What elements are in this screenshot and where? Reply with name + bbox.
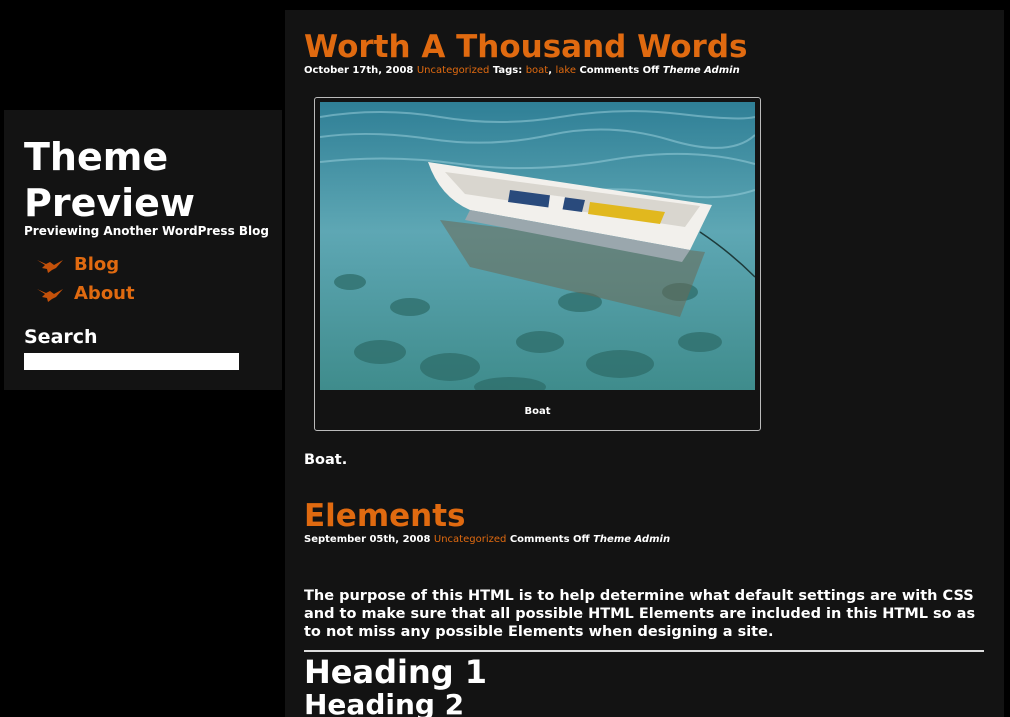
sidebar: Theme Preview Previewing Another WordPre… <box>4 110 282 390</box>
site-description: Previewing Another WordPress Blog <box>24 224 269 238</box>
boat-photo[interactable] <box>320 102 755 390</box>
post-meta: October 17th, 2008 Uncategorized Tags: b… <box>304 65 740 76</box>
nav-link-blog[interactable]: Blog <box>74 254 119 275</box>
category-link[interactable]: Uncategorized <box>417 65 489 76</box>
tag-link-boat[interactable]: boat <box>526 65 549 76</box>
nav-item-blog[interactable]: Blog <box>36 250 135 279</box>
site-title[interactable]: Theme Preview <box>24 134 274 226</box>
comments-status: Comments Off <box>509 534 590 545</box>
search-heading: Search <box>24 326 98 348</box>
bird-icon <box>37 259 63 273</box>
post-body: The purpose of this HTML is to help dete… <box>304 588 976 640</box>
post-title[interactable]: Elements <box>304 498 466 534</box>
post-author: Theme Admin <box>593 534 671 545</box>
image-caption: Boat <box>524 406 551 417</box>
horizontal-rule <box>304 650 984 652</box>
bird-icon <box>37 288 63 302</box>
post-title[interactable]: Worth A Thousand Words <box>304 29 747 65</box>
post-body: Boat. <box>304 452 348 468</box>
nav-menu: Blog About <box>36 250 135 308</box>
heading-2: Heading 2 <box>304 688 465 717</box>
tag-link-lake[interactable]: lake <box>555 65 576 76</box>
image-figure: Boat <box>314 97 761 431</box>
search-input[interactable] <box>24 353 239 370</box>
post-author: Theme Admin <box>662 65 740 76</box>
heading-1: Heading 1 <box>304 653 488 691</box>
comments-status: Comments Off <box>579 65 660 76</box>
post-date: September 05th, 2008 <box>304 534 431 545</box>
category-link[interactable]: Uncategorized <box>434 534 506 545</box>
nav-link-about[interactable]: About <box>74 283 135 304</box>
nav-item-about[interactable]: About <box>36 279 135 308</box>
post-meta: September 05th, 2008 Uncategorized Comme… <box>304 534 670 545</box>
post-date: October 17th, 2008 <box>304 65 414 76</box>
main-content: Worth A Thousand Words October 17th, 200… <box>285 10 1004 717</box>
tags-label: Tags: <box>492 65 523 76</box>
